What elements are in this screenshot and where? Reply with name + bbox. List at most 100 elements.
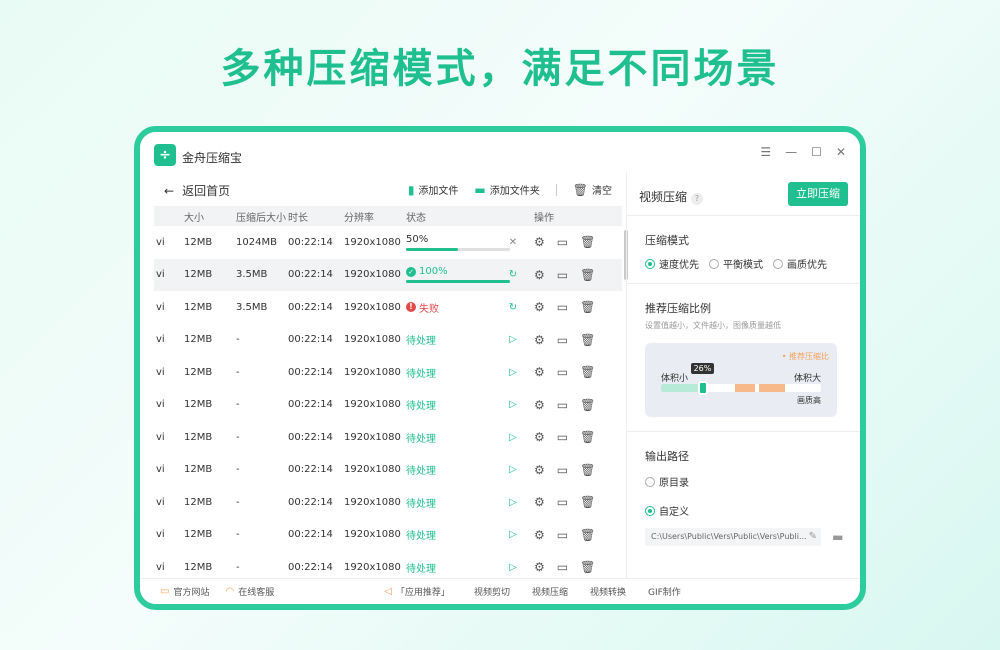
settings-icon[interactable]: ⚙ — [534, 463, 545, 477]
file-size: 12MB — [184, 561, 213, 573]
official-site-link[interactable]: ▭ 官方网站 — [160, 585, 209, 598]
output-custom[interactable]: 自定义 — [645, 503, 848, 518]
row-operations: ⚙ ▭ 🗑 — [528, 365, 622, 379]
table-row[interactable]: vi 12MB - 00:22:14 1920x1080 待处理 ▷ ⚙ ▭ 🗑 — [154, 454, 622, 487]
folder-icon[interactable]: ▬ — [832, 530, 843, 544]
table-row[interactable]: vi 12MB - 00:22:14 1920x1080 待处理 ▷ ⚙ ▭ 🗑 — [154, 519, 622, 552]
trash-icon[interactable]: 🗑 — [580, 398, 595, 412]
trash-icon[interactable]: 🗑 — [580, 333, 595, 347]
table-row[interactable]: vi 12MB 1024MB 00:22:14 1920x1080 50% ✕ ⚙ ▭ 🗑 — [154, 226, 622, 259]
back-button[interactable]: ← 返回首页 — [164, 182, 230, 199]
duration: 00:22:14 — [288, 366, 333, 378]
ratio-slider-box: • 推荐压缩比 体积小 体积大 26% 画质高 — [645, 343, 837, 417]
add-file-button[interactable]: ▮ 添加文件 — [408, 182, 459, 198]
status-cell: 待处理 — [406, 527, 498, 542]
mode-balanced[interactable]: 平衡模式 — [709, 256, 763, 271]
maximize-icon[interactable]: ☐ — [811, 145, 822, 159]
footer-link-gif[interactable]: GIF制作 — [648, 585, 681, 598]
footer-link-compress[interactable]: 视频压缩 — [532, 585, 568, 598]
settings-icon[interactable]: ⚙ — [534, 300, 545, 314]
minimize-icon[interactable]: — — [785, 145, 797, 159]
app-recommend-link[interactable]: ◁ 「应用推荐」 — [384, 585, 450, 598]
output-path-field[interactable]: C:\Users\Public\Vers\Public\Vers\Publi..… — [645, 528, 821, 546]
file-name: vi — [156, 431, 165, 443]
menu-icon[interactable]: ☰ — [760, 145, 771, 159]
row-operations: ⚙ ▭ 🗑 — [528, 528, 622, 542]
radio-icon — [645, 476, 655, 487]
row-action: ▷ — [498, 562, 528, 573]
window-controls: ☰ — ☐ ✕ — [760, 145, 846, 159]
add-folder-button[interactable]: ▬ 添加文件夹 — [474, 182, 539, 198]
compress-now-button[interactable]: 立即压缩 — [788, 182, 848, 206]
play-icon[interactable]: ▷ — [509, 562, 517, 573]
trash-icon[interactable]: 🗑 — [580, 528, 595, 542]
clear-button[interactable]: 🗑 清空 — [573, 182, 612, 198]
table-row[interactable]: vi 12MB 3.5MB 00:22:14 1920x1080 ✓ 100% ↻ ⚙ ▭ 🗑 — [154, 258, 622, 291]
settings-icon[interactable]: ⚙ — [534, 268, 545, 282]
resolution: 1920x1080 — [344, 496, 401, 508]
folder-open-icon[interactable]: ▭ — [557, 268, 568, 282]
settings-icon[interactable]: ⚙ — [534, 365, 545, 379]
ratio-tooltip: 26% — [690, 363, 715, 374]
folder-open-icon[interactable]: ▭ — [557, 495, 568, 509]
footer-link-cut[interactable]: 视频剪切 — [474, 585, 510, 598]
trash-icon[interactable]: 🗑 — [580, 495, 595, 509]
retry-icon[interactable]: ↻ — [509, 269, 517, 280]
table-row[interactable]: vi 12MB 3.5MB 00:22:14 1920x1080! 失败 ↻ ⚙ ▭ 🗑 — [154, 291, 622, 324]
mode-speed[interactable]: 速度优先 — [645, 256, 699, 271]
folder-open-icon[interactable]: ▭ — [557, 333, 568, 347]
row-operations: ⚙ ▭ 🗑 — [528, 268, 622, 282]
output-original[interactable]: 原目录 — [645, 474, 848, 489]
mode-quality[interactable]: 画质优先 — [773, 256, 827, 271]
online-service-link[interactable]: ◠ 在线客服 — [225, 585, 274, 598]
play-icon[interactable]: ▷ — [509, 464, 517, 475]
row-action: ▷ — [498, 464, 528, 475]
settings-icon[interactable]: ⚙ — [534, 235, 545, 249]
folder-open-icon[interactable]: ▭ — [557, 528, 568, 542]
table-row[interactable]: vi 12MB - 00:22:14 1920x1080 待处理 ▷ ⚙ ▭ 🗑 — [154, 421, 622, 454]
ratio-slider-handle[interactable] — [697, 381, 708, 395]
footer-link-convert[interactable]: 视频转换 — [590, 585, 626, 598]
folder-open-icon[interactable]: ▭ — [557, 430, 568, 444]
table-row[interactable]: vi 12MB - 00:22:14 1920x1080 待处理 ▷ ⚙ ▭ 🗑 — [154, 356, 622, 389]
play-icon[interactable]: ▷ — [509, 432, 517, 443]
trash-icon[interactable]: 🗑 — [580, 430, 595, 444]
status-cell: 待处理 — [406, 332, 498, 347]
trash-icon[interactable]: 🗑 — [580, 560, 595, 574]
table-row[interactable]: vi 12MB - 00:22:14 1920x1080 待处理 ▷ ⚙ ▭ 🗑 — [154, 389, 622, 422]
play-icon[interactable]: ▷ — [509, 529, 517, 540]
play-icon[interactable]: ▷ — [509, 399, 517, 410]
folder-open-icon[interactable]: ▭ — [557, 300, 568, 314]
folder-open-icon[interactable]: ▭ — [557, 398, 568, 412]
trash-icon[interactable]: 🗑 — [580, 268, 595, 282]
settings-icon[interactable]: ⚙ — [534, 495, 545, 509]
folder-open-icon[interactable]: ▭ — [557, 463, 568, 477]
progress-bar — [406, 280, 510, 284]
table-row[interactable]: vi 12MB - 00:22:14 1920x1080 待处理 ▷ ⚙ ▭ 🗑 — [154, 324, 622, 357]
trash-icon[interactable]: 🗑 — [580, 300, 595, 314]
retry-icon[interactable]: ↻ — [509, 302, 517, 313]
trash-icon[interactable]: 🗑 — [580, 463, 595, 477]
help-icon[interactable]: ? — [691, 193, 704, 205]
settings-icon[interactable]: ⚙ — [534, 560, 545, 574]
folder-open-icon[interactable]: ▭ — [557, 235, 568, 249]
settings-icon[interactable]: ⚙ — [534, 398, 545, 412]
play-icon[interactable]: ▷ — [509, 334, 517, 345]
settings-icon[interactable]: ⚙ — [534, 430, 545, 444]
settings-icon[interactable]: ⚙ — [534, 333, 545, 347]
trash-icon[interactable]: 🗑 — [580, 365, 595, 379]
pencil-icon[interactable]: ✎ — [809, 528, 817, 546]
folder-open-icon[interactable]: ▭ — [557, 365, 568, 379]
output-section: 输出路径 原目录 自定义 C:\Users\Public\Vers\Public… — [627, 432, 860, 578]
table-row[interactable]: vi 12MB - 00:22:14 1920x1080 待处理 ▷ ⚙ ▭ 🗑 — [154, 486, 622, 519]
back-label: 返回首页 — [182, 184, 231, 198]
play-icon[interactable]: ▷ — [509, 367, 517, 378]
settings-icon[interactable]: ⚙ — [534, 528, 545, 542]
play-icon[interactable]: ▷ — [509, 497, 517, 508]
table-row[interactable]: vi 12MB - 00:22:14 1920x1080 待处理 ▷ ⚙ ▭ 🗑 — [154, 551, 622, 578]
close-icon[interactable]: ✕ — [836, 145, 846, 159]
cancel-icon[interactable]: ✕ — [509, 237, 517, 248]
ratio-track[interactable] — [661, 384, 821, 392]
folder-open-icon[interactable]: ▭ — [557, 560, 568, 574]
trash-icon[interactable]: 🗑 — [580, 235, 595, 249]
